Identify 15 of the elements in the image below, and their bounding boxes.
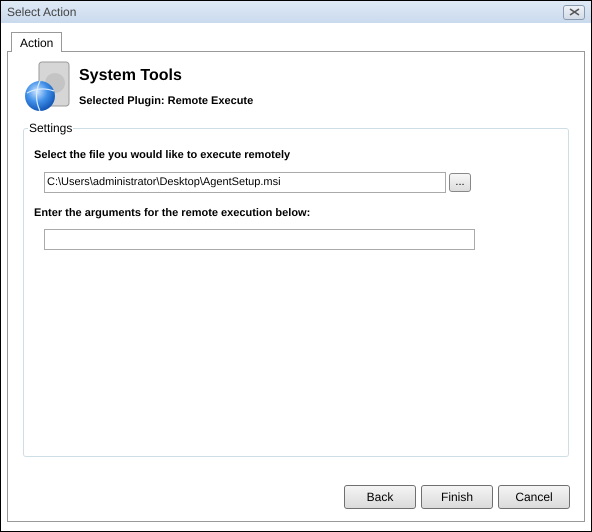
group-legend: Settings	[28, 119, 74, 137]
tab[interactable]: Action	[11, 32, 62, 52]
header-subtitle: Selected Plugin: Remote Execute	[79, 94, 254, 110]
close-icon	[568, 8, 580, 16]
dialog-button[interactable]: Cancel	[498, 485, 570, 509]
browse-button[interactable]: ...	[449, 172, 471, 192]
window-title: Select Action	[7, 4, 76, 21]
file-label: Select the file you would like to execute remotely	[34, 148, 292, 163]
close-button[interactable]	[563, 4, 585, 20]
arguments-label: Enter the arguments for the remote execution below:	[34, 206, 312, 220]
arguments-field[interactable]	[44, 229, 475, 250]
dialog-button[interactable]: Back	[344, 485, 416, 509]
dialog-button[interactable]: Finish	[421, 485, 493, 509]
header-title: System Tools	[79, 66, 183, 86]
file-path-field[interactable]: C:\Users\administrator\Desktop\AgentSetup.msi	[44, 172, 446, 192]
